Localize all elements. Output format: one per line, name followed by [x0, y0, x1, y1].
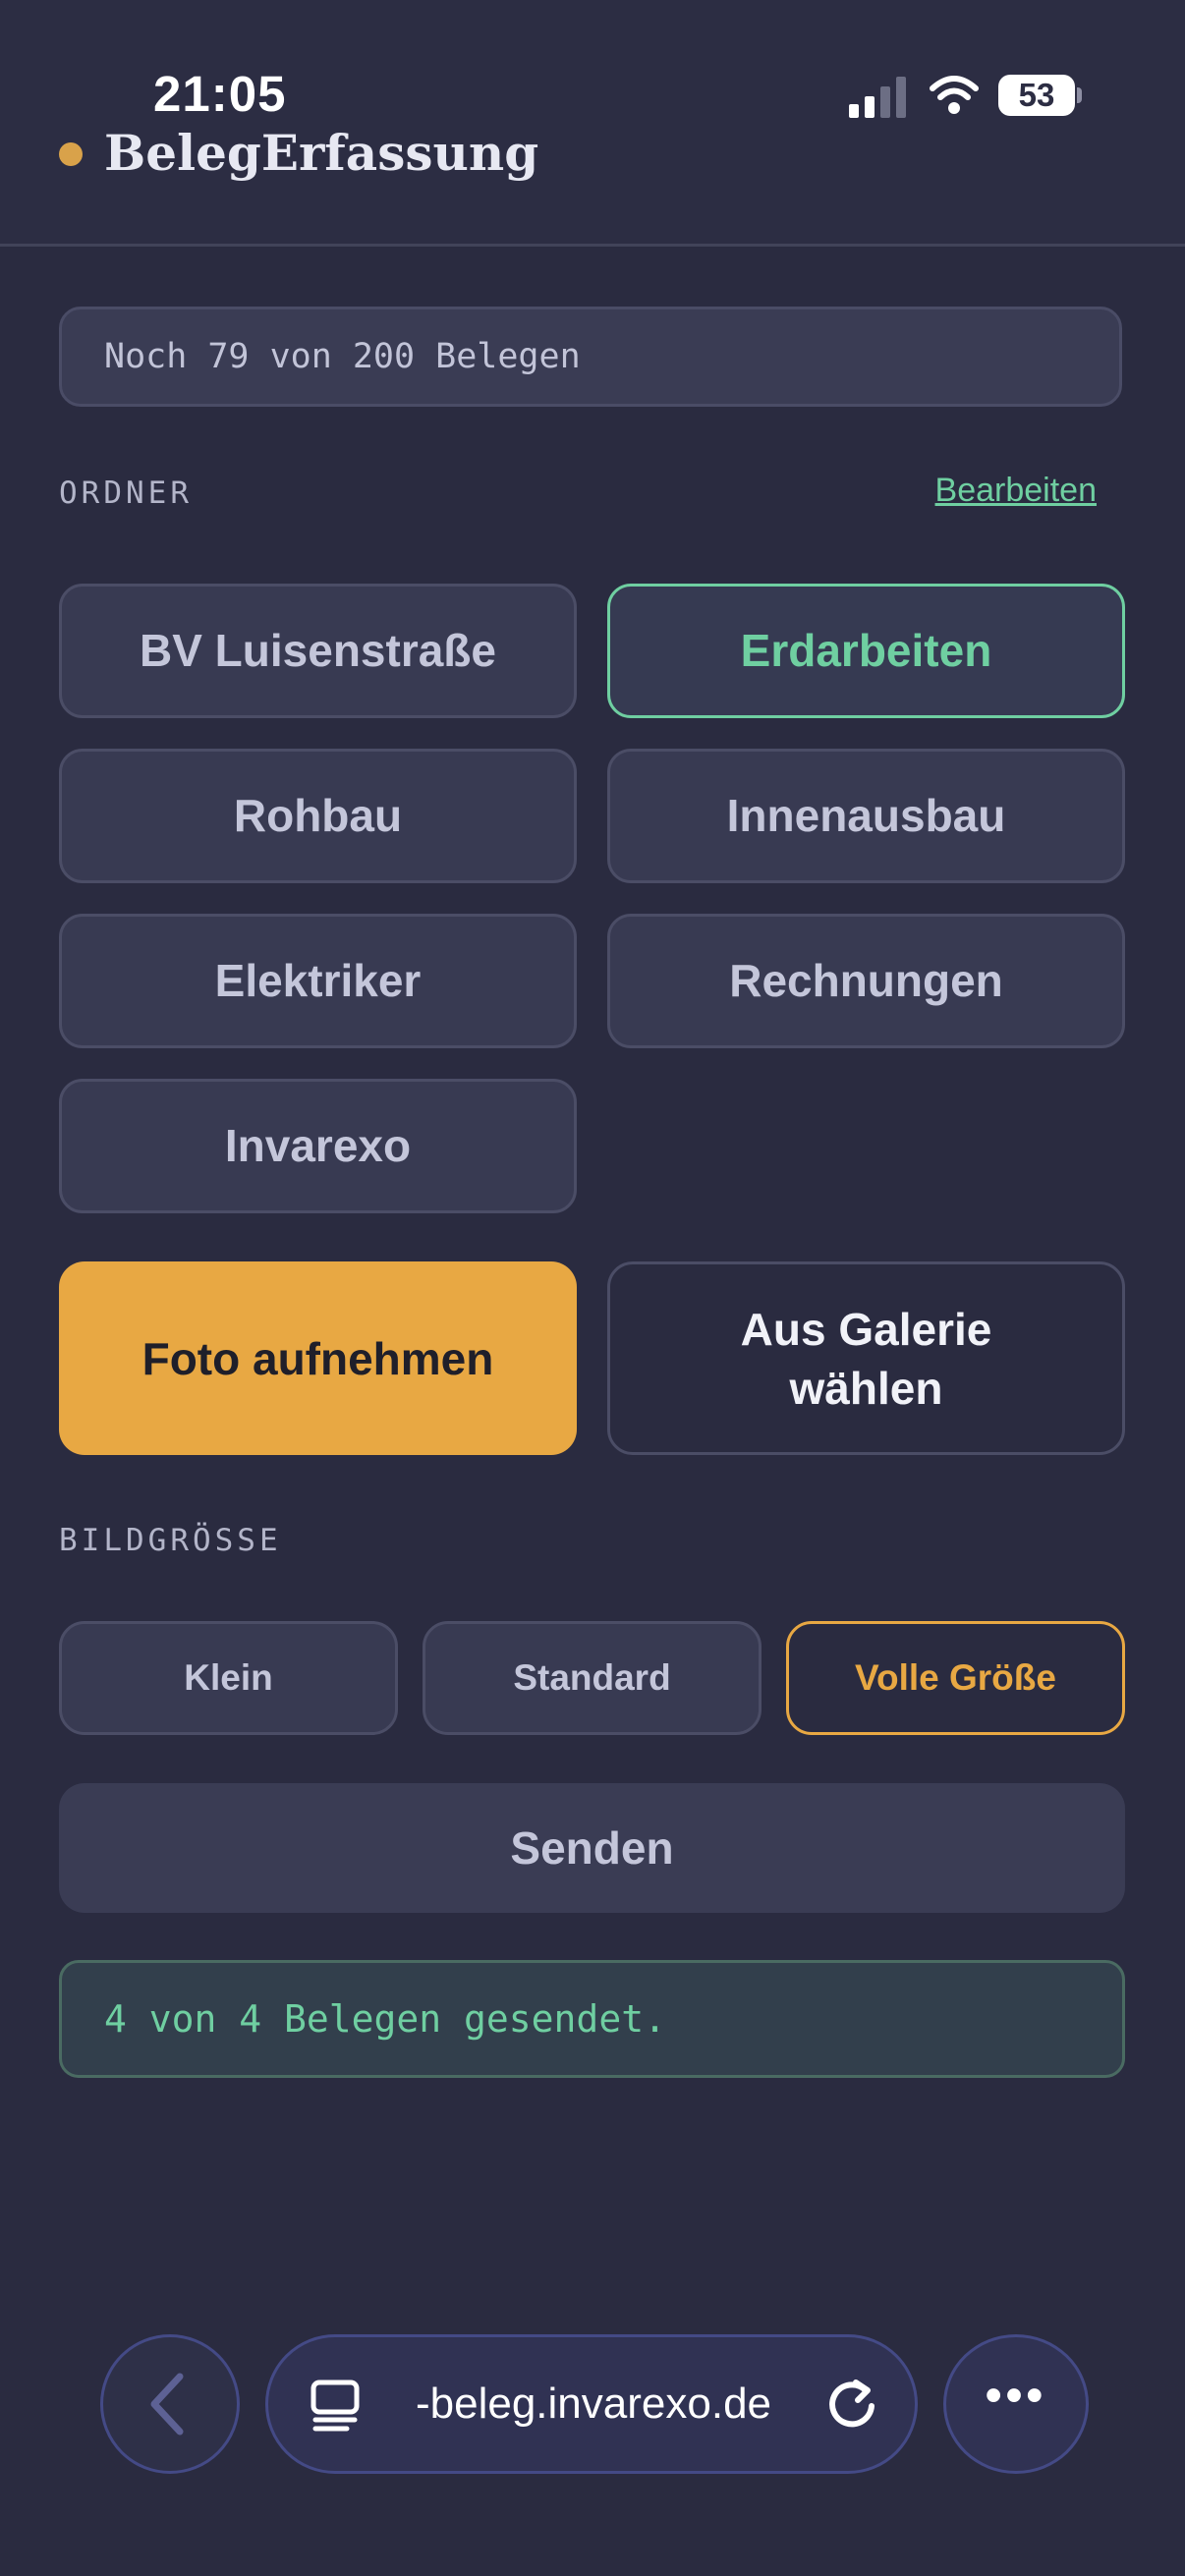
choose-from-gallery-button[interactable]: Aus Galerie wählen: [607, 1261, 1125, 1455]
image-size-section-label: BILDGRÖSSE: [59, 1523, 282, 1558]
folder-innenausbau[interactable]: Innenausbau: [607, 749, 1125, 883]
send-button[interactable]: Senden: [59, 1783, 1125, 1913]
edit-folders-link[interactable]: Bearbeiten: [935, 472, 1097, 510]
size-option-volle-groesse[interactable]: Volle Größe: [786, 1621, 1125, 1735]
folder-bv-luisenstrasse[interactable]: BV Luisenstraße: [59, 584, 577, 718]
brand-dot-icon: [59, 142, 83, 166]
size-option-klein[interactable]: Klein: [59, 1621, 398, 1735]
app-header: 21:05 53 BelegErfassung: [0, 0, 1185, 247]
quota-info: Noch 79 von 200 Belegen: [59, 307, 1122, 407]
tab-overview-icon: [310, 2380, 360, 2432]
browser-more-button[interactable]: •••: [943, 2334, 1089, 2474]
wifi-icon: [930, 76, 979, 114]
browser-back-button[interactable]: [100, 2334, 240, 2474]
address-url: -beleg.invarexo.de: [416, 2380, 772, 2428]
reload-icon[interactable]: [822, 2375, 881, 2434]
folder-rohbau[interactable]: Rohbau: [59, 749, 577, 883]
gallery-label-line1: Aus Galerie: [740, 1303, 992, 1355]
folder-invarexo[interactable]: Invarexo: [59, 1079, 577, 1213]
battery-icon: 53: [998, 75, 1075, 116]
battery-cap: [1077, 87, 1082, 103]
folder-erdarbeiten[interactable]: Erdarbeiten: [607, 584, 1125, 718]
take-photo-button[interactable]: Foto aufnehmen: [59, 1261, 577, 1455]
status-time: 21:05: [153, 66, 287, 122]
gallery-label-line2: wählen: [789, 1362, 943, 1414]
chevron-left-icon: [150, 2373, 184, 2436]
app-title: BelegErfassung: [104, 124, 539, 182]
send-status-message: 4 von 4 Belegen gesendet.: [59, 1960, 1125, 2078]
cellular-signal-icon: [849, 77, 906, 118]
folder-elektriker[interactable]: Elektriker: [59, 914, 577, 1048]
folder-rechnungen[interactable]: Rechnungen: [607, 914, 1125, 1048]
folders-section-label: ORDNER: [59, 476, 193, 511]
size-option-standard[interactable]: Standard: [423, 1621, 762, 1735]
address-bar[interactable]: -beleg.invarexo.de: [265, 2334, 918, 2474]
